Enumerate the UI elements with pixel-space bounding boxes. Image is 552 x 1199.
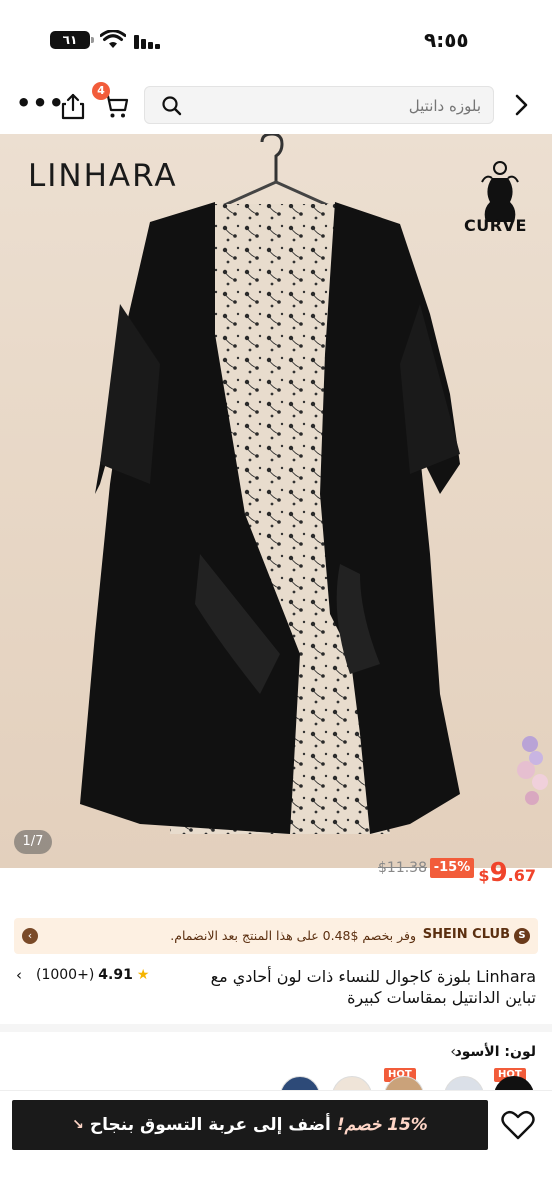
title-row: Linhara بلوزة كاجوال للنساء ذات لون أحاد… [0,962,552,1018]
add-to-cart-button[interactable]: 15% خصم! أضف إلى عربة التسوق بنجاح ↘ [12,1100,488,1150]
price-row: $11.38 -15% $9.67 [0,858,552,908]
brand-logo: LINHARA [28,158,178,194]
bottom-bar: 15% خصم! أضف إلى عربة التسوق بنجاح ↘ [0,1090,552,1199]
status-bar: ٦١ ٩:٥٥ [0,0,552,80]
divider [0,1024,552,1032]
image-counter: 1/7 [14,830,52,854]
search-icon[interactable] [161,95,183,117]
chevron-right-icon[interactable] [510,92,534,118]
rating[interactable]: ‹ (1000+) 4.91 ★ [16,966,149,984]
curve-label: CURVE [464,216,527,235]
flower-decoration [517,736,548,805]
cart-count-badge: 4 [92,82,110,100]
status-time: ٩:٥٥ [424,28,469,52]
current-price: $9.67 [478,858,536,888]
chevron-left-icon[interactable]: ‹ [450,1044,456,1060]
chevron-left-icon[interactable]: ‹ [22,928,38,944]
club-name: SHEIN CLUB [422,927,510,942]
heart-icon[interactable] [500,1107,536,1143]
club-icon: S [514,928,530,944]
wifi-icon [100,30,126,48]
chevron-left-icon: ‹ [16,966,22,984]
original-price: $11.38 [378,860,427,876]
product-title: Linhara بلوزة كاجوال للنساء ذات لون أحاد… [210,967,536,1007]
cardigan-illustration [80,134,460,834]
rating-value: 4.91 [98,967,133,983]
product-image[interactable]: LINHARA CURVE 1/7 [0,134,552,868]
search-input[interactable] [201,87,481,125]
review-count: (1000+) [36,967,95,983]
trend-down-icon: ↘ [72,1117,84,1133]
signal-icon [134,31,162,49]
battery-icon: ٦١ [50,31,94,49]
add-to-cart-label: أضف إلى عربة التسوق بنجاح [89,1115,331,1135]
header: ••• 4 [0,80,552,132]
discount-badge: -15% [430,858,474,878]
promo-text: 15% خصم! [336,1115,428,1135]
color-label: لون: الأسود [454,1044,536,1060]
shein-club-banner[interactable]: S SHEIN CLUB وفر بخصم $0.48 على هذا المن… [14,918,538,954]
search-box[interactable] [144,86,494,125]
more-options-icon[interactable]: ••• [16,90,64,118]
star-icon: ★ [136,967,150,983]
club-text: وفر بخصم $0.48 على هذا المنتج بعد الانضم… [170,928,416,943]
share-icon[interactable] [60,92,86,120]
